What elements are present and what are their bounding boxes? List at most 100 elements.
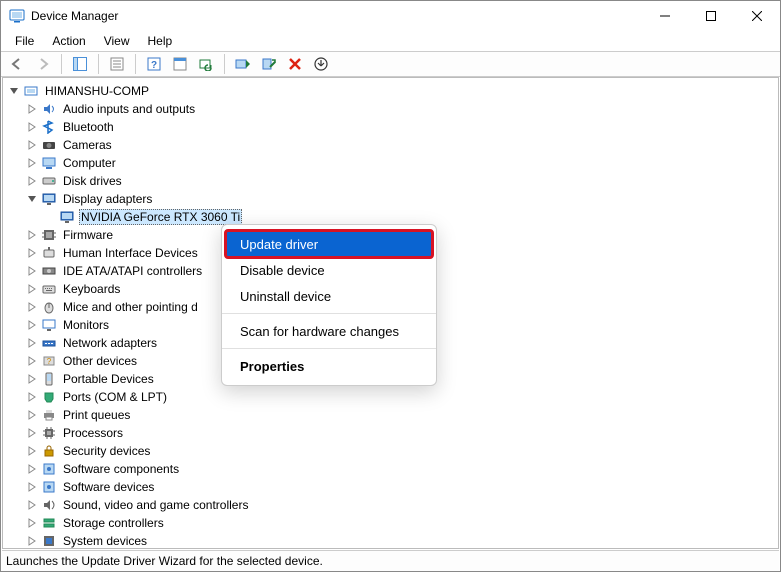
- enable-icon[interactable]: [309, 53, 333, 75]
- disable-icon[interactable]: [257, 53, 281, 75]
- tree-node[interactable]: Storage controllers: [7, 514, 778, 532]
- cm-scan-hardware[interactable]: Scan for hardware changes: [222, 318, 436, 344]
- maximize-button[interactable]: [688, 1, 734, 31]
- tree-node-label: System devices: [61, 534, 149, 548]
- status-bar: Launches the Update Driver Wizard for th…: [2, 550, 779, 571]
- expander-icon[interactable]: [25, 156, 39, 170]
- tree-node[interactable]: Security devices: [7, 442, 778, 460]
- tree-node-label: Portable Devices: [61, 372, 156, 386]
- other-icon: ?: [41, 354, 57, 368]
- system-icon: [41, 534, 57, 548]
- menu-view[interactable]: View: [96, 33, 138, 49]
- minimize-button[interactable]: [642, 1, 688, 31]
- network-icon: [41, 336, 57, 350]
- tree-node-label: Print queues: [61, 408, 132, 422]
- tree-node[interactable]: Software devices: [7, 478, 778, 496]
- tree-node-label: Display adapters: [61, 192, 154, 206]
- scan-icon[interactable]: [194, 53, 218, 75]
- expander-icon[interactable]: [25, 444, 39, 458]
- expander-icon[interactable]: [25, 534, 39, 548]
- tree-node[interactable]: Ports (COM & LPT): [7, 388, 778, 406]
- expander-icon[interactable]: [25, 282, 39, 296]
- expander-icon[interactable]: [25, 318, 39, 332]
- menu-help[interactable]: Help: [140, 33, 181, 49]
- expander-icon[interactable]: [25, 120, 39, 134]
- window-title: Device Manager: [31, 9, 642, 23]
- audio-icon: [41, 102, 57, 116]
- expander-icon[interactable]: [25, 354, 39, 368]
- bluetooth-icon: [41, 120, 57, 134]
- tree-node-label: Audio inputs and outputs: [61, 102, 197, 116]
- tree-node-label: Bluetooth: [61, 120, 116, 134]
- svg-text:?: ?: [47, 357, 52, 366]
- display-icon: [59, 210, 75, 224]
- expander-icon[interactable]: [25, 426, 39, 440]
- expander-icon[interactable]: [25, 516, 39, 530]
- root-icon: [23, 84, 39, 98]
- menu-action[interactable]: Action: [44, 33, 93, 49]
- expander-icon[interactable]: [25, 300, 39, 314]
- software-icon: [41, 462, 57, 476]
- expander-icon[interactable]: [25, 372, 39, 386]
- menu-file[interactable]: File: [7, 33, 42, 49]
- expander-icon[interactable]: [25, 174, 39, 188]
- tree-node[interactable]: Computer: [7, 154, 778, 172]
- expander-icon[interactable]: [25, 246, 39, 260]
- cm-uninstall-device[interactable]: Uninstall device: [222, 283, 436, 309]
- tree-node-label: NVIDIA GeForce RTX 3060 Ti: [79, 209, 242, 225]
- show-hide-tree-button[interactable]: [68, 53, 92, 75]
- cm-disable-device[interactable]: Disable device: [222, 257, 436, 283]
- tree-node[interactable]: Audio inputs and outputs: [7, 100, 778, 118]
- expander-icon[interactable]: [25, 138, 39, 152]
- uninstall-icon[interactable]: [283, 53, 307, 75]
- help-icon[interactable]: ?: [142, 53, 166, 75]
- tree-node[interactable]: Processors: [7, 424, 778, 442]
- tree-node[interactable]: Sound, video and game controllers: [7, 496, 778, 514]
- expander-icon[interactable]: [25, 192, 39, 206]
- cm-update-driver[interactable]: Update driver: [226, 231, 432, 257]
- tree-node-label: Security devices: [61, 444, 152, 458]
- cm-separator: [222, 313, 436, 314]
- svg-text:?: ?: [151, 60, 157, 71]
- toolbar: ?: [1, 51, 780, 77]
- app-icon: [9, 8, 25, 24]
- expander-icon[interactable]: [25, 390, 39, 404]
- expander-icon[interactable]: [25, 480, 39, 494]
- expander-icon[interactable]: [25, 498, 39, 512]
- expander-icon[interactable]: [25, 228, 39, 242]
- tree-node[interactable]: System devices: [7, 532, 778, 548]
- cm-properties[interactable]: Properties: [222, 353, 436, 379]
- mouse-icon: [41, 300, 57, 314]
- tree-node-label: Software components: [61, 462, 181, 476]
- tree-node[interactable]: Print queues: [7, 406, 778, 424]
- tree-node[interactable]: HIMANSHU-COMP: [7, 82, 778, 100]
- tree-node-label: IDE ATA/ATAPI controllers: [61, 264, 204, 278]
- ide-icon: [41, 264, 57, 278]
- expander-icon[interactable]: [7, 84, 21, 98]
- tree-node-label: Computer: [61, 156, 118, 170]
- cm-separator: [222, 348, 436, 349]
- expander-icon[interactable]: [25, 264, 39, 278]
- software-icon: [41, 480, 57, 494]
- expander-icon[interactable]: [25, 408, 39, 422]
- tree-node[interactable]: Cameras: [7, 136, 778, 154]
- action-icon[interactable]: [168, 53, 192, 75]
- tree-node-label: Mice and other pointing d: [61, 300, 200, 314]
- expander-icon[interactable]: [25, 462, 39, 476]
- expander-icon[interactable]: [25, 102, 39, 116]
- tree-node[interactable]: Disk drives: [7, 172, 778, 190]
- tree-node-label: Cameras: [61, 138, 114, 152]
- expander-icon[interactable]: [25, 336, 39, 350]
- back-button[interactable]: [5, 53, 29, 75]
- properties-icon[interactable]: [105, 53, 129, 75]
- close-button[interactable]: [734, 1, 780, 31]
- forward-button[interactable]: [31, 53, 55, 75]
- tree-node[interactable]: Software components: [7, 460, 778, 478]
- display-icon: [41, 192, 57, 206]
- tree-node[interactable]: Display adapters: [7, 190, 778, 208]
- update-driver-icon[interactable]: [231, 53, 255, 75]
- tree-node[interactable]: Bluetooth: [7, 118, 778, 136]
- portable-icon: [41, 372, 57, 386]
- tree-node-label: Disk drives: [61, 174, 124, 188]
- camera-icon: [41, 138, 57, 152]
